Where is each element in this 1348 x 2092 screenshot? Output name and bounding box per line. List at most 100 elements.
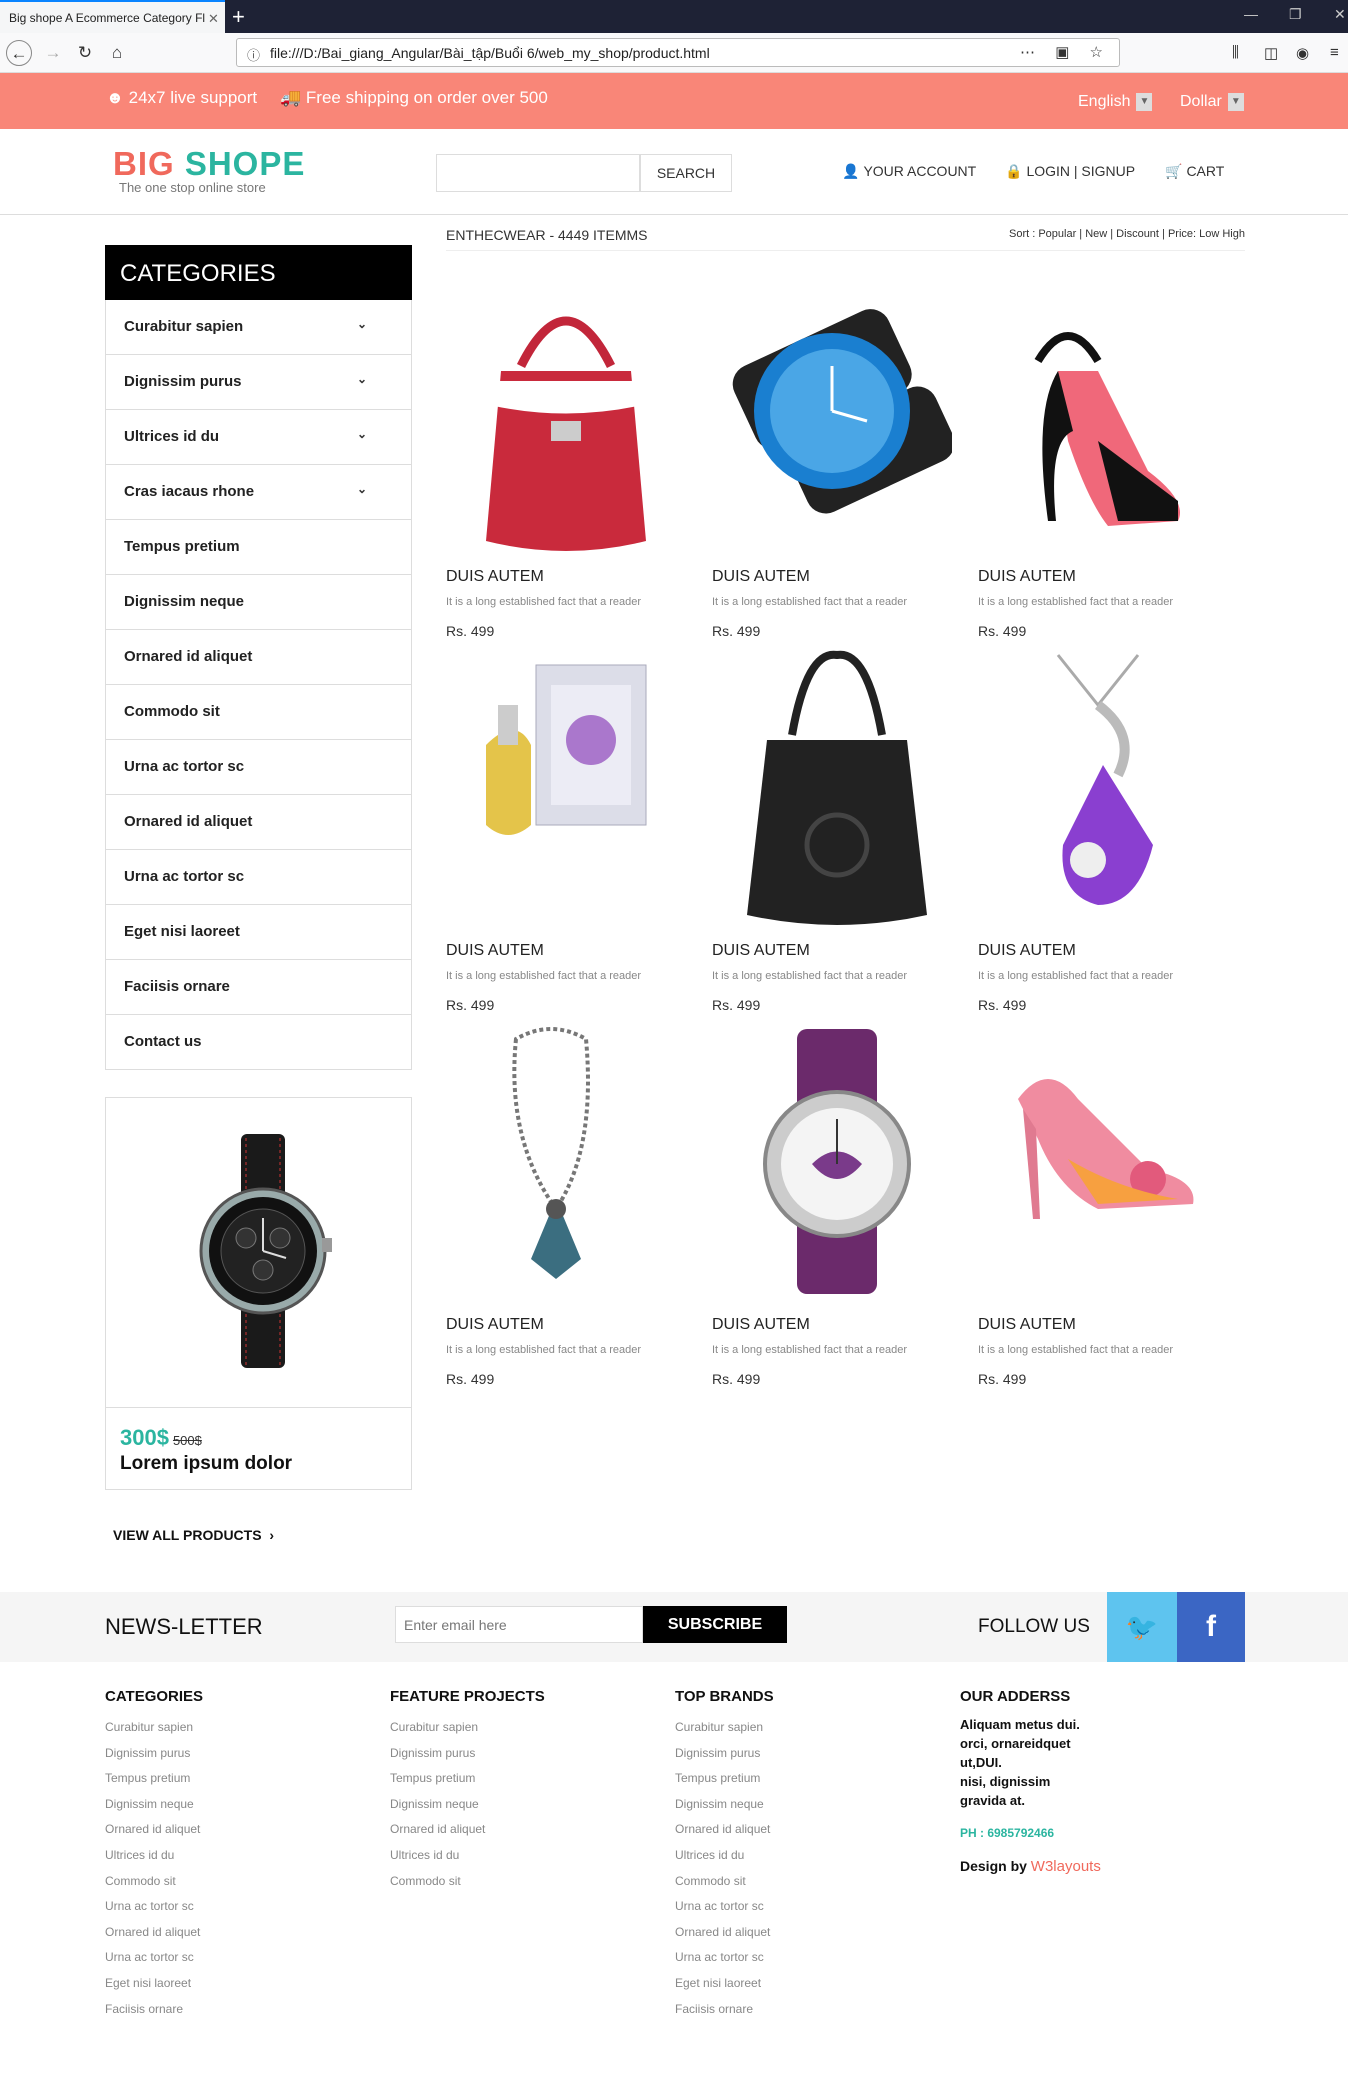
- footer-link[interactable]: Ornared id aliquet: [105, 1817, 203, 1843]
- page-info-icon[interactable]: ⓘ: [247, 45, 260, 64]
- product-image[interactable]: [712, 1019, 952, 1299]
- footer-link[interactable]: Tempus pretium: [390, 1766, 545, 1792]
- product-name[interactable]: DUIS AUTEM: [978, 1316, 1076, 1334]
- product-name[interactable]: DUIS AUTEM: [978, 568, 1076, 586]
- footer-link[interactable]: Faciisis ornare: [675, 1997, 774, 2023]
- footer-link[interactable]: Curabitur sapien: [105, 1715, 203, 1741]
- footer-link[interactable]: Tempus pretium: [105, 1766, 203, 1792]
- site-logo[interactable]: BIG SHOPE: [113, 145, 305, 183]
- chevron-down-icon[interactable]: ⌄: [357, 482, 367, 496]
- chevron-down-icon[interactable]: ⌄: [357, 427, 367, 441]
- product-card[interactable]: DUIS AUTEM It is a long established fact …: [446, 645, 686, 1015]
- footer-link[interactable]: Dignissim purus: [105, 1741, 203, 1767]
- footer-link[interactable]: Urna ac tortor sc: [105, 1894, 203, 1920]
- product-name[interactable]: DUIS AUTEM: [712, 1316, 810, 1334]
- product-name[interactable]: DUIS AUTEM: [446, 942, 544, 960]
- footer-link[interactable]: Dignissim neque: [675, 1792, 774, 1818]
- product-image[interactable]: [712, 645, 952, 925]
- product-card[interactable]: DUIS AUTEM It is a long established fact …: [446, 1019, 686, 1389]
- menu-icon[interactable]: ≡: [1330, 44, 1339, 61]
- footer-link[interactable]: Eget nisi laoreet: [675, 1971, 774, 1997]
- search-input[interactable]: [436, 154, 640, 192]
- login-link[interactable]: 🔒 LOGIN | SIGNUP: [1005, 163, 1135, 180]
- product-card[interactable]: DUIS AUTEM It is a long established fact …: [978, 1019, 1218, 1389]
- url-bar[interactable]: ⓘ file:///D:/Bai_giang_Angular/Bài_tập/B…: [236, 38, 1120, 67]
- chevron-down-icon[interactable]: ⌄: [357, 372, 367, 386]
- search-button[interactable]: SEARCH: [640, 154, 732, 192]
- category-item[interactable]: Urna ac tortor sc: [105, 740, 412, 795]
- close-tab-icon[interactable]: ✕: [208, 11, 219, 27]
- product-image[interactable]: [978, 645, 1218, 925]
- view-all-products-link[interactable]: VIEW ALL PRODUCTS ›: [113, 1527, 274, 1543]
- currency-select[interactable]: Dollar ▼: [1180, 93, 1244, 111]
- home-icon[interactable]: ⌂: [104, 40, 130, 66]
- product-name[interactable]: DUIS AUTEM: [446, 568, 544, 586]
- product-card[interactable]: DUIS AUTEM It is a long established fact …: [446, 271, 686, 641]
- product-image[interactable]: [446, 645, 686, 925]
- reload-icon[interactable]: ↻: [72, 40, 98, 66]
- promo-card[interactable]: 300$ 500$ Lorem ipsum dolor: [105, 1097, 412, 1490]
- footer-link[interactable]: Faciisis ornare: [105, 1997, 203, 2023]
- footer-link[interactable]: Dignissim neque: [105, 1792, 203, 1818]
- category-item[interactable]: Dignissim neque: [105, 575, 412, 630]
- new-tab-icon[interactable]: +: [232, 4, 245, 30]
- subscribe-button[interactable]: SUBSCRIBE: [643, 1606, 787, 1643]
- footer-link[interactable]: Commodo sit: [675, 1869, 774, 1895]
- footer-link[interactable]: Dignissim purus: [390, 1741, 545, 1767]
- facebook-icon[interactable]: f: [1177, 1592, 1245, 1662]
- footer-link[interactable]: Ultrices id du: [390, 1843, 545, 1869]
- footer-link[interactable]: Dignissim neque: [390, 1792, 545, 1818]
- twitter-icon[interactable]: 🐦: [1107, 1592, 1177, 1662]
- browser-tab[interactable]: Big shope A Ecommerce Category Fl ✕: [0, 0, 225, 33]
- cart-link[interactable]: 🛒 CART: [1165, 163, 1224, 180]
- chevron-down-icon[interactable]: ⌄: [357, 317, 367, 331]
- close-window-icon[interactable]: ✕: [1334, 6, 1346, 23]
- footer-link[interactable]: Commodo sit: [390, 1869, 545, 1895]
- product-card[interactable]: DUIS AUTEM It is a long established fact …: [712, 1019, 952, 1389]
- page-actions-icon[interactable]: ⋯ ▣ ☆: [1020, 43, 1111, 61]
- category-item[interactable]: Curabitur sapien ⌄: [105, 300, 412, 355]
- category-item[interactable]: Ornared id aliquet: [105, 795, 412, 850]
- product-image[interactable]: [446, 271, 686, 551]
- product-name[interactable]: DUIS AUTEM: [712, 568, 810, 586]
- product-name[interactable]: DUIS AUTEM: [446, 1316, 544, 1334]
- account-link[interactable]: 👤 YOUR ACCOUNT: [842, 163, 976, 180]
- footer-link[interactable]: Ornared id aliquet: [105, 1920, 203, 1946]
- product-image[interactable]: [446, 1019, 686, 1299]
- footer-link[interactable]: Tempus pretium: [675, 1766, 774, 1792]
- back-icon[interactable]: ←: [6, 40, 32, 66]
- footer-link[interactable]: Urna ac tortor sc: [675, 1945, 774, 1971]
- category-item[interactable]: Faciisis ornare: [105, 960, 412, 1015]
- category-item[interactable]: Ornared id aliquet: [105, 630, 412, 685]
- footer-link[interactable]: Ultrices id du: [675, 1843, 774, 1869]
- promo-name[interactable]: Lorem ipsum dolor: [120, 1453, 292, 1475]
- product-card[interactable]: DUIS AUTEM It is a long established fact …: [978, 645, 1218, 1015]
- footer-link[interactable]: Urna ac tortor sc: [105, 1945, 203, 1971]
- language-select[interactable]: English ▼: [1078, 93, 1153, 111]
- category-item[interactable]: Dignissim purus ⌄: [105, 355, 412, 410]
- category-item[interactable]: Tempus pretium: [105, 520, 412, 575]
- restore-icon[interactable]: ❐: [1289, 6, 1302, 23]
- product-image[interactable]: [978, 271, 1218, 551]
- category-item[interactable]: Ultrices id du ⌄: [105, 410, 412, 465]
- footer-link[interactable]: Urna ac tortor sc: [675, 1894, 774, 1920]
- design-brand-link[interactable]: W3layouts: [1031, 1858, 1101, 1875]
- account-icon[interactable]: ◉: [1296, 44, 1309, 62]
- category-item[interactable]: Eget nisi laoreet: [105, 905, 412, 960]
- watch-image[interactable]: [106, 1098, 411, 1408]
- minimize-icon[interactable]: —: [1244, 6, 1258, 22]
- category-item[interactable]: Urna ac tortor sc: [105, 850, 412, 905]
- footer-link[interactable]: Ornared id aliquet: [675, 1920, 774, 1946]
- email-input[interactable]: Enter email here: [395, 1606, 643, 1643]
- sort-options[interactable]: Sort : Popular | New | Discount | Price:…: [1009, 228, 1245, 240]
- category-item[interactable]: Commodo sit: [105, 685, 412, 740]
- footer-link[interactable]: Ornared id aliquet: [390, 1817, 545, 1843]
- product-image[interactable]: [978, 1019, 1218, 1299]
- footer-link[interactable]: Curabitur sapien: [390, 1715, 545, 1741]
- library-icon[interactable]: ⫼: [1232, 44, 1239, 61]
- footer-link[interactable]: Commodo sit: [105, 1869, 203, 1895]
- product-image[interactable]: [712, 271, 955, 551]
- product-card[interactable]: DUIS AUTEM It is a long established fact …: [712, 645, 952, 1015]
- footer-link[interactable]: Ultrices id du: [105, 1843, 203, 1869]
- product-card[interactable]: DUIS AUTEM It is a long established fact …: [978, 271, 1218, 641]
